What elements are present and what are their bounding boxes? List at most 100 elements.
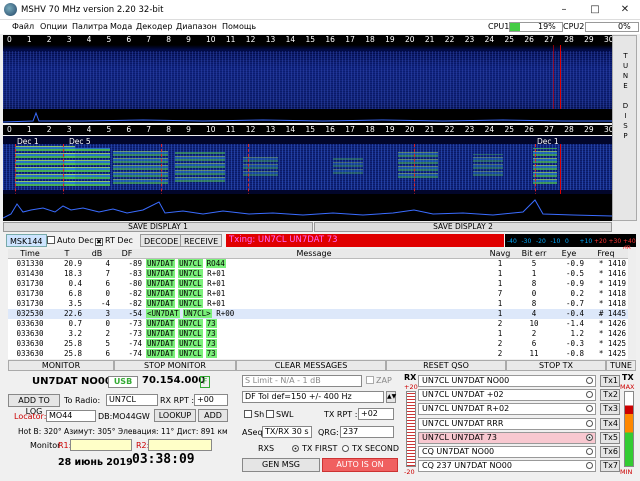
receive-button[interactable]: RECEIVE [180, 234, 223, 247]
tx-message-1[interactable]: UN7CL UN7DAT NO00 [418, 375, 596, 387]
col-navg[interactable]: Navg [486, 249, 514, 259]
menu-options[interactable]: Опции [40, 22, 67, 31]
scale-tick-label: 14 [285, 125, 296, 134]
menu-band[interactable]: Диапазон [176, 22, 217, 31]
col-t[interactable]: T [52, 249, 82, 259]
auto-is-on-button[interactable]: AUTO IS ON [322, 458, 398, 472]
rx-rpt-input[interactable]: +00 [194, 394, 228, 406]
tx-select-radio-6[interactable] [586, 448, 593, 455]
decoded-messages-list[interactable]: 031330 20.9 4 -89 1 5 -0.9 * 1410 UN7DAT UN7CL RO4… [8, 259, 636, 359]
to-radio-input[interactable]: UN7CL [106, 394, 158, 406]
cell-freq: * 1425 [598, 349, 626, 358]
save-display-1-button[interactable]: SAVE DISPLAY 1 [3, 222, 313, 232]
stop-monitor-button[interactable]: STOP MONITOR [114, 360, 236, 371]
col-freq[interactable]: Freq [586, 249, 626, 259]
table-row[interactable]: 033630 25.8 5 -74 2 6 -0.3 * 1425 UN7DAT UN7CL 73 [8, 339, 636, 349]
monitor-button[interactable]: MONITOR [8, 360, 114, 371]
scale-tick-label: 3 [66, 35, 72, 44]
tx-button-2[interactable]: Tx2 [600, 389, 620, 402]
menu-mode[interactable]: Мода [110, 22, 132, 31]
gen-msg-button[interactable]: GEN MSG [242, 458, 320, 472]
tune-display-button[interactable]: TUNE DISP [612, 35, 637, 221]
tx-rpt-label: TX RPT : [324, 410, 358, 419]
decode-button[interactable]: DECODE [140, 234, 183, 247]
col-time[interactable]: Time [10, 249, 50, 259]
minimize-icon[interactable]: – [549, 0, 579, 20]
tx-message-6[interactable]: CQ UN7DAT NO00 [418, 446, 596, 458]
table-row[interactable]: 031730 6.8 0 -82 7 0 0.2 * 1418 UN7DAT UN7CL R+01 [8, 289, 636, 299]
locator-input[interactable]: MO44 [46, 410, 96, 422]
tx-button-6[interactable]: Tx6 [600, 446, 620, 458]
cell-time: 033630 [16, 339, 44, 348]
tx-message-5[interactable]: UN7CL UN7DAT 73 [418, 431, 596, 444]
df-tol-control[interactable]: DF Tol def=150 +/- 400 Hz [242, 391, 384, 403]
scale-tick-label: 14 [285, 35, 296, 44]
qrg-input[interactable]: 237 [340, 426, 394, 438]
table-row[interactable]: 033630 0.7 0 -73 2 10 -1.4 * 1426 UN7DAT UN7CL 73 [8, 319, 636, 329]
sh-checkbox[interactable]: Sh [244, 410, 264, 420]
swl-checkbox[interactable]: SWL [266, 410, 293, 420]
stop-tx-button[interactable]: STOP TX [506, 360, 606, 371]
menu-help[interactable]: Помощь [222, 22, 256, 31]
table-row[interactable]: 031730 0.4 6 -80 1 8 -0.9 * 1419 UN7DAT UN7CL R+0… [8, 279, 636, 289]
s-limit-control[interactable]: S Limit - N/A - 1 dB [242, 375, 362, 387]
scale-tick-label: 1 [26, 125, 32, 134]
mode-indicator[interactable]: MSK144 [6, 234, 47, 247]
table-row[interactable]: 031330 20.9 4 -89 1 5 -0.9 * 1410 UN7DAT UN7CL RO4… [8, 259, 636, 269]
tx-message-4[interactable]: UN7CL UN7DAT RRR [418, 417, 596, 430]
tx-button-5[interactable]: Tx5 [600, 431, 620, 444]
tx-button-3[interactable]: Tx3 [600, 403, 620, 416]
zap-checkbox[interactable]: ZAP [366, 376, 392, 386]
tx-second-radio[interactable] [342, 445, 349, 452]
table-row[interactable]: 033630 3.2 2 -73 1 2 1.2 * 1426 UN7DAT UN7CL 73 [8, 329, 636, 339]
menu-file[interactable]: Файл [12, 22, 34, 31]
col-eye[interactable]: Eye [554, 249, 584, 259]
rt-dec-checkbox[interactable]: ✖ RT Dec [92, 234, 136, 247]
table-scrollbar[interactable] [628, 249, 636, 359]
cell-df: -54 [128, 309, 142, 318]
table-row[interactable]: 031730 3.5 -4 -82 1 8 -0.7 * 1418 UN7DAT UN7CL R+… [8, 299, 636, 309]
col-biterr[interactable]: Bit err [516, 249, 552, 259]
reset-qso-button[interactable]: RESET QSO [386, 360, 506, 371]
auto-dec-checkbox[interactable]: Auto Dec [44, 234, 97, 247]
band-mode[interactable]: USB [108, 376, 138, 388]
waterfall-display-1[interactable] [3, 45, 612, 123]
tx-select-radio-5[interactable] [586, 433, 593, 441]
save-display-2-button[interactable]: SAVE DISPLAY 2 [314, 222, 612, 232]
table-row[interactable]: 032530 22.6 3 -54 1 4 -0.4 # 1445 <UN7DAT UN7CL> … [8, 309, 636, 319]
tune-button[interactable]: TUNE [606, 360, 636, 371]
maximize-icon[interactable]: □ [580, 0, 610, 20]
menu-palette[interactable]: Палитра [72, 22, 108, 31]
table-row[interactable]: 033630 25.8 6 -74 2 11 -0.8 * 1425 UN7DAT UN7CL 73 [8, 349, 636, 359]
swl-label: SWL [276, 410, 294, 419]
tx-select-radio-4[interactable] [586, 419, 593, 427]
col-db[interactable]: dB [84, 249, 110, 259]
menu-decoder[interactable]: Декодер [136, 22, 172, 31]
tx-message-7[interactable]: CQ 237 UN7DAT NO00 [418, 460, 596, 473]
close-icon[interactable]: ✕ [610, 0, 640, 20]
cell-biterr: 4 [531, 309, 537, 318]
lookup-button[interactable]: LOOKUP [154, 409, 196, 422]
freq-f-button[interactable]: F [200, 376, 210, 388]
tx-select-radio-1[interactable] [586, 377, 593, 384]
add-button[interactable]: ADD [198, 409, 228, 422]
add-to-log-button[interactable]: ADD TO LOG [8, 394, 60, 416]
txrx-period-select[interactable]: TX/RX 30 s [262, 426, 312, 438]
col-message[interactable]: Message [144, 249, 484, 259]
table-row[interactable]: 031430 18.3 7 -83 1 1 -0.5 * 1416 UN7DAT UN7CL R+… [8, 269, 636, 279]
waterfall-display-2[interactable]: Dec 1 Dec 5 Dec 1 [3, 136, 612, 221]
tx-button-7[interactable]: Tx7 [600, 460, 620, 473]
col-df[interactable]: DF [112, 249, 142, 259]
tx-rpt-input[interactable]: +02 [358, 408, 394, 420]
r2-input[interactable] [148, 439, 212, 451]
tx-message-2[interactable]: UN7CL UN7DAT +02 [418, 389, 596, 402]
df-tol-spin-icon[interactable]: ▲▼ [386, 391, 396, 403]
tx-first-radio[interactable] [292, 445, 299, 452]
r1-input[interactable] [70, 439, 132, 451]
cell-t: 0.4 [68, 279, 82, 288]
cell-df: -89 [128, 259, 142, 268]
clear-messages-button[interactable]: CLEAR MESSAGES [236, 360, 386, 371]
tx-button-1[interactable]: Tx1 [600, 375, 620, 387]
tx-button-4[interactable]: Tx4 [600, 417, 620, 430]
tx-message-3[interactable]: UN7CL UN7DAT R+02 [418, 403, 596, 416]
